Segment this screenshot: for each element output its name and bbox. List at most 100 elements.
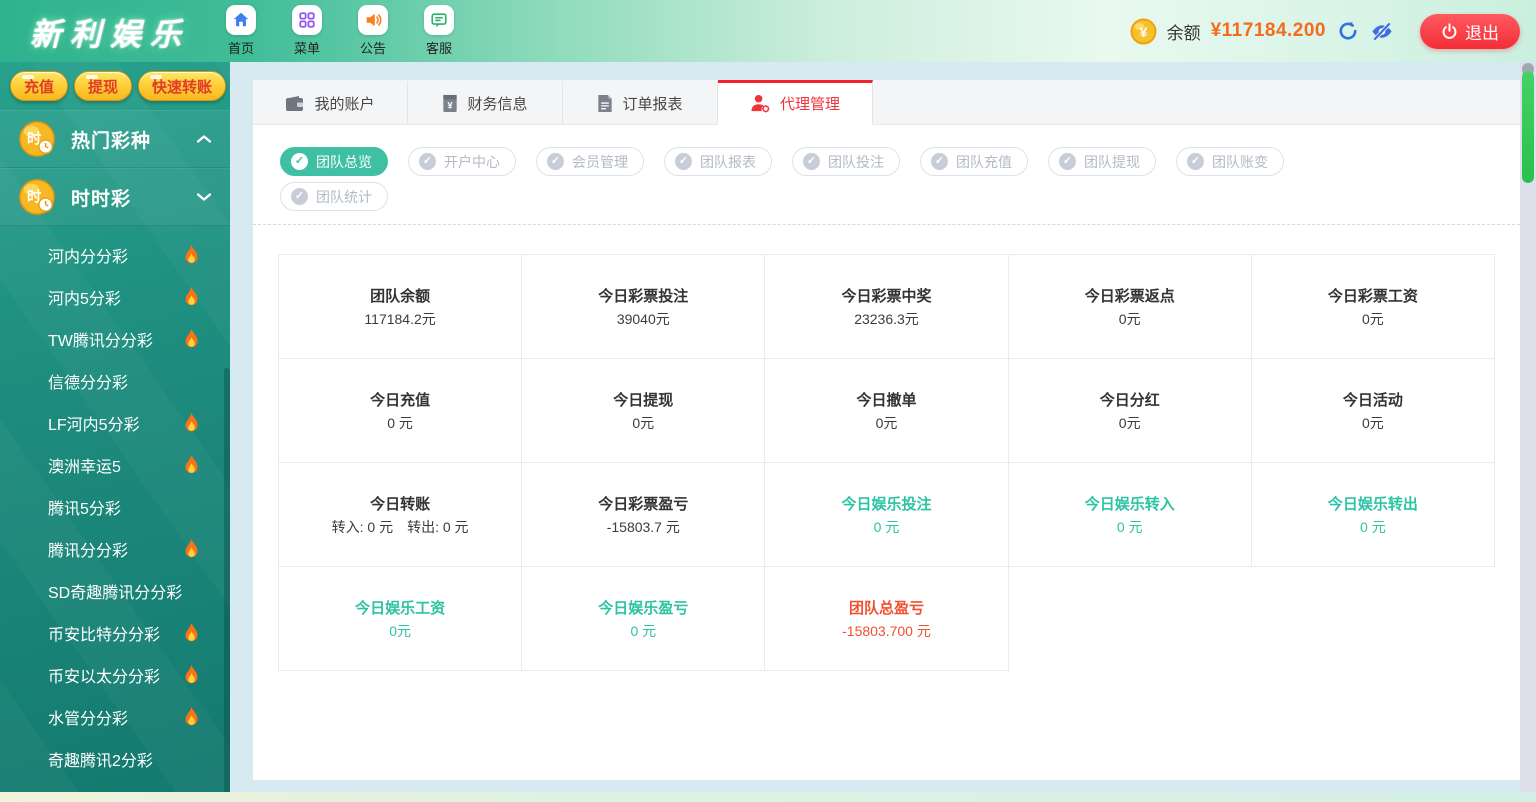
flame-icon xyxy=(183,706,200,728)
tab-0[interactable]: 我的账户 xyxy=(253,80,408,124)
subnav-pill[interactable]: ✓ 团队投注 xyxy=(792,147,900,176)
check-circle-icon: ✓ xyxy=(803,153,820,170)
stat-title: 今日娱乐投注 xyxy=(841,493,931,514)
withdraw-button[interactable]: 提现 xyxy=(74,71,132,101)
flame-icon xyxy=(183,622,200,644)
stat-cell: 今日充值 0 元 xyxy=(279,359,522,463)
chevron-down-icon xyxy=(196,192,212,202)
sidebar-item-lottery[interactable]: LF河内5分彩 xyxy=(0,402,230,444)
stat-cell: 今日彩票中奖 23236.3元 xyxy=(765,255,1008,359)
subnav-pill[interactable]: ✓ 会员管理 xyxy=(536,147,644,176)
nav-item[interactable]: 客服 xyxy=(414,5,464,57)
bottom-strip xyxy=(0,792,1536,802)
stat-value: 0 元 xyxy=(1117,517,1143,537)
eye-off-icon[interactable] xyxy=(1370,19,1394,43)
subnav-pill[interactable]: ✓ 团队统计 xyxy=(280,182,388,211)
stat-value: -15803.7 元 xyxy=(607,517,680,537)
logout-button[interactable]: 退出 xyxy=(1420,14,1520,49)
sidebar-item-lottery[interactable]: 水管分分彩 xyxy=(0,696,230,738)
main-panel: 我的账户 ¥ 财务信息 订单报表 代理管理 ✓ 团队总览 ✓ 开户中心 ✓ 会员… xyxy=(253,80,1520,780)
recharge-button[interactable]: 充值 xyxy=(10,71,68,101)
stat-cell: 今日彩票盈亏 -15803.7 元 xyxy=(522,463,765,567)
stat-value: 0元 xyxy=(1119,309,1141,329)
stat-title: 今日活动 xyxy=(1343,389,1403,410)
sidebar-item-lottery[interactable]: 奇趣腾讯2分彩 xyxy=(0,738,230,780)
stat-title: 今日彩票投注 xyxy=(598,285,688,306)
stat-cell: 今日娱乐转出 0 元 xyxy=(1252,463,1495,567)
sidebar-category[interactable]: 时 时时彩 xyxy=(0,168,230,226)
balance-amount: ¥117184.200 xyxy=(1211,20,1326,42)
check-circle-icon: ✓ xyxy=(1059,153,1076,170)
sidebar-item-lottery[interactable]: 澳洲幸运5 xyxy=(0,444,230,486)
stat-value: 0元 xyxy=(632,413,654,433)
stat-title: 今日娱乐盈亏 xyxy=(598,597,688,618)
stat-title: 团队总盈亏 xyxy=(849,597,924,618)
sidebar-item-lottery[interactable]: 河内分分彩 xyxy=(0,234,230,276)
nav-item[interactable]: 菜单 xyxy=(282,5,332,57)
stat-cell: 今日彩票投注 39040元 xyxy=(522,255,765,359)
subnav-pill[interactable]: ✓ 团队提现 xyxy=(1048,147,1156,176)
tab-bar: 我的账户 ¥ 财务信息 订单报表 代理管理 xyxy=(253,80,1520,125)
check-circle-icon: ✓ xyxy=(675,153,692,170)
dashed-separator xyxy=(253,224,1520,225)
stat-value: 23236.3元 xyxy=(854,309,919,329)
sidebar-item-lottery[interactable]: 腾讯5分彩 xyxy=(0,486,230,528)
stat-cell: 团队总盈亏 -15803.700 元 xyxy=(765,567,1008,671)
sidebar-item-lottery[interactable]: 币安比特分分彩 xyxy=(0,612,230,654)
sidebar-item-lottery[interactable]: 腾讯分分彩 xyxy=(0,528,230,570)
check-circle-icon: ✓ xyxy=(1187,153,1204,170)
svg-text:¥: ¥ xyxy=(1139,24,1147,40)
stat-cell: 今日提现 0元 xyxy=(522,359,765,463)
stat-value: 转入: 0 元 转出: 0 元 xyxy=(332,517,469,537)
page-scrollbar-thumb[interactable] xyxy=(1522,71,1534,183)
quick-actions: 充值提现快速转账 xyxy=(0,62,230,110)
tab-2[interactable]: 订单报表 xyxy=(563,80,718,124)
tab-3[interactable]: 代理管理 xyxy=(718,80,873,124)
flame-icon xyxy=(183,454,200,476)
sidebar-item-lottery[interactable]: SD奇趣腾讯分分彩 xyxy=(0,570,230,612)
header-right: ¥ 余额 ¥117184.200 退出 xyxy=(1130,14,1520,49)
check-circle-icon: ✓ xyxy=(291,153,308,170)
subnav-pill[interactable]: ✓ 开户中心 xyxy=(408,147,516,176)
check-circle-icon: ✓ xyxy=(547,153,564,170)
sidebar-scrollbar[interactable] xyxy=(224,368,230,802)
refresh-icon[interactable] xyxy=(1336,19,1360,43)
tab-1[interactable]: ¥ 财务信息 xyxy=(408,80,563,124)
stat-cell: 今日撤单 0元 xyxy=(765,359,1008,463)
sidebar-item-lottery[interactable]: 河内5分彩 xyxy=(0,276,230,318)
sidebar-item-lottery[interactable]: 币安以太分分彩 xyxy=(0,654,230,696)
check-circle-icon: ✓ xyxy=(291,188,308,205)
agent-subnav-pills: ✓ 团队总览 ✓ 开户中心 ✓ 会员管理 ✓ 团队报表 ✓ 团队投注 ✓ 团队充… xyxy=(253,125,1353,224)
sidebar-category[interactable]: 时 热门彩种 xyxy=(0,110,230,168)
check-circle-icon: ✓ xyxy=(419,153,436,170)
stat-value: 0元 xyxy=(1362,309,1384,329)
subnav-pill[interactable]: ✓ 团队账变 xyxy=(1176,147,1284,176)
page-scrollbar-track[interactable] xyxy=(1520,62,1536,802)
stat-value: 0 元 xyxy=(1360,517,1386,537)
stat-value: 0 元 xyxy=(387,413,413,433)
balance-coin-icon: ¥ xyxy=(1130,18,1157,45)
stat-title: 今日娱乐转入 xyxy=(1085,493,1175,514)
customer-service-icon xyxy=(424,5,454,35)
nav-item[interactable]: 公告 xyxy=(348,5,398,57)
quick-transfer-button[interactable]: 快速转账 xyxy=(138,71,226,101)
app-logo: 新利娱乐 xyxy=(30,9,190,54)
stat-title: 今日娱乐转出 xyxy=(1328,493,1418,514)
sidebar-item-lottery[interactable]: 信德分分彩 xyxy=(0,360,230,402)
nav-item[interactable]: 首页 xyxy=(216,5,266,57)
subnav-pill[interactable]: ✓ 团队报表 xyxy=(664,147,772,176)
sidebar-categories: 时 热门彩种 时 时时彩 xyxy=(0,110,230,226)
team-stats-grid: 团队余额 117184.2元 今日彩票投注 39040元 今日彩票中奖 2323… xyxy=(278,254,1495,671)
agent-icon xyxy=(750,94,771,113)
chevron-up-icon xyxy=(196,134,212,144)
wallet-icon xyxy=(285,95,305,113)
flame-icon xyxy=(183,538,200,560)
subnav-pill[interactable]: ✓ 团队充值 xyxy=(920,147,1028,176)
subnav-pill[interactable]: ✓ 团队总览 xyxy=(280,147,388,176)
stat-value: 117184.2元 xyxy=(364,309,435,329)
stat-cell: 今日转账 转入: 0 元 转出: 0 元 xyxy=(279,463,522,567)
stat-title: 今日充值 xyxy=(370,389,430,410)
sidebar-item-lottery[interactable]: TW腾讯分分彩 xyxy=(0,318,230,360)
logout-label: 退出 xyxy=(1465,19,1499,44)
stat-value: 0 元 xyxy=(874,517,900,537)
